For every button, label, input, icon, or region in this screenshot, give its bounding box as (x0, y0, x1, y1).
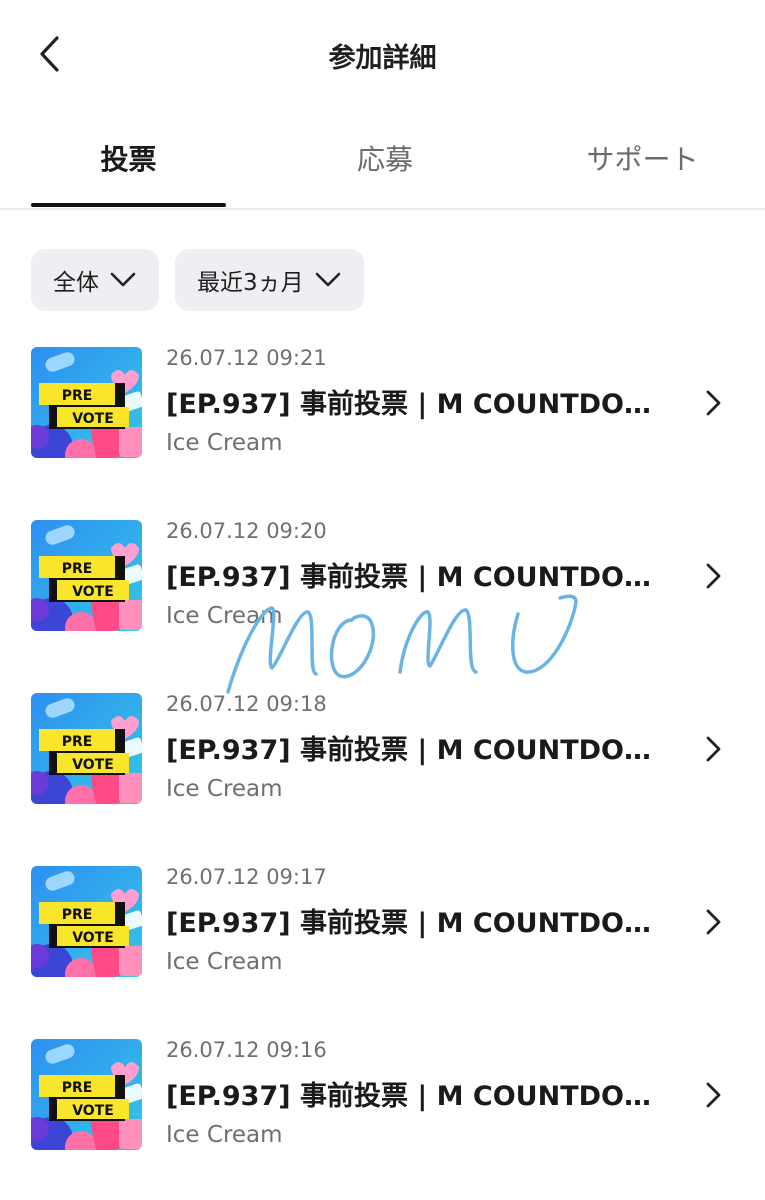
filter-period-label: 最近3ヵ月 (197, 270, 304, 296)
entry-artist: Ice Cream (166, 430, 283, 456)
entry-date: 26.07.12 09:16 (166, 1038, 327, 1062)
chevron-down-icon (315, 272, 340, 287)
chevron-right-icon (706, 1082, 721, 1108)
entry-date: 26.07.12 09:20 (166, 519, 327, 543)
entry-title: [EP.937] 事前投票 | M COUNTDOWN (166, 389, 666, 420)
chevron-right-icon (706, 390, 721, 416)
list-item[interactable]: PRE VOTE 26.07.12 09:18 [EP.937] 事前投票 | … (0, 686, 765, 816)
svg-text:PRE: PRE (62, 1080, 93, 1096)
chevron-right-icon (706, 563, 721, 589)
entry-title: [EP.937] 事前投票 | M COUNTDOWN (166, 1081, 666, 1112)
svg-text:PRE: PRE (62, 561, 93, 577)
svg-text:VOTE: VOTE (72, 757, 114, 773)
svg-text:VOTE: VOTE (72, 584, 114, 600)
svg-text:VOTE: VOTE (72, 930, 114, 946)
tab-support[interactable]: サポート (545, 138, 740, 188)
filter-all-dropdown[interactable]: 全体 (31, 249, 159, 311)
filter-period-dropdown[interactable]: 最近3ヵ月 (175, 249, 364, 311)
filter-bar: 全体 最近3ヵ月 (31, 249, 364, 311)
entry-title: [EP.937] 事前投票 | M COUNTDOWN (166, 908, 666, 939)
chevron-down-icon (110, 272, 136, 287)
svg-text:VOTE: VOTE (72, 411, 114, 427)
prevote-thumbnail: PRE VOTE (31, 866, 142, 977)
entry-title: [EP.937] 事前投票 | M COUNTDOWN (166, 562, 666, 593)
tab-bar: 投票 応募 サポート (0, 118, 765, 210)
tab-vote[interactable]: 投票 (31, 138, 226, 188)
svg-text:VOTE: VOTE (72, 1103, 114, 1119)
chevron-right-icon (706, 736, 721, 762)
list-item[interactable]: PRE VOTE 26.07.12 09:20 [EP.937] 事前投票 | … (0, 513, 765, 643)
entry-artist: Ice Cream (166, 776, 283, 802)
list-item[interactable]: PRE VOTE 26.07.12 09:21 [EP.937] 事前投票 | … (0, 340, 765, 470)
svg-text:PRE: PRE (62, 734, 93, 750)
active-tab-indicator (31, 203, 226, 207)
prevote-thumbnail: PRE VOTE (31, 693, 142, 804)
svg-text:PRE: PRE (62, 388, 93, 404)
entry-artist: Ice Cream (166, 1122, 283, 1148)
entry-date: 26.07.12 09:17 (166, 865, 327, 889)
prevote-thumbnail: PRE VOTE (31, 1039, 142, 1150)
entry-date: 26.07.12 09:21 (166, 346, 327, 370)
app-header: 参加詳細 (0, 0, 765, 110)
list-item[interactable]: PRE VOTE 26.07.12 09:16 [EP.937] 事前投票 | … (0, 1032, 765, 1162)
entry-artist: Ice Cream (166, 949, 283, 975)
chevron-right-icon (706, 909, 721, 935)
filter-all-label: 全体 (53, 270, 99, 296)
page-title: 参加詳細 (328, 43, 437, 74)
list-item[interactable]: PRE VOTE 26.07.12 09:17 [EP.937] 事前投票 | … (0, 859, 765, 989)
prevote-thumbnail: PRE VOTE (31, 520, 142, 631)
prevote-thumbnail: PRE VOTE (31, 347, 142, 458)
tab-apply[interactable]: 応募 (290, 138, 480, 188)
svg-text:PRE: PRE (62, 907, 93, 923)
entry-title: [EP.937] 事前投票 | M COUNTDOWN (166, 735, 666, 766)
entry-artist: Ice Cream (166, 603, 283, 629)
entry-date: 26.07.12 09:18 (166, 692, 327, 716)
